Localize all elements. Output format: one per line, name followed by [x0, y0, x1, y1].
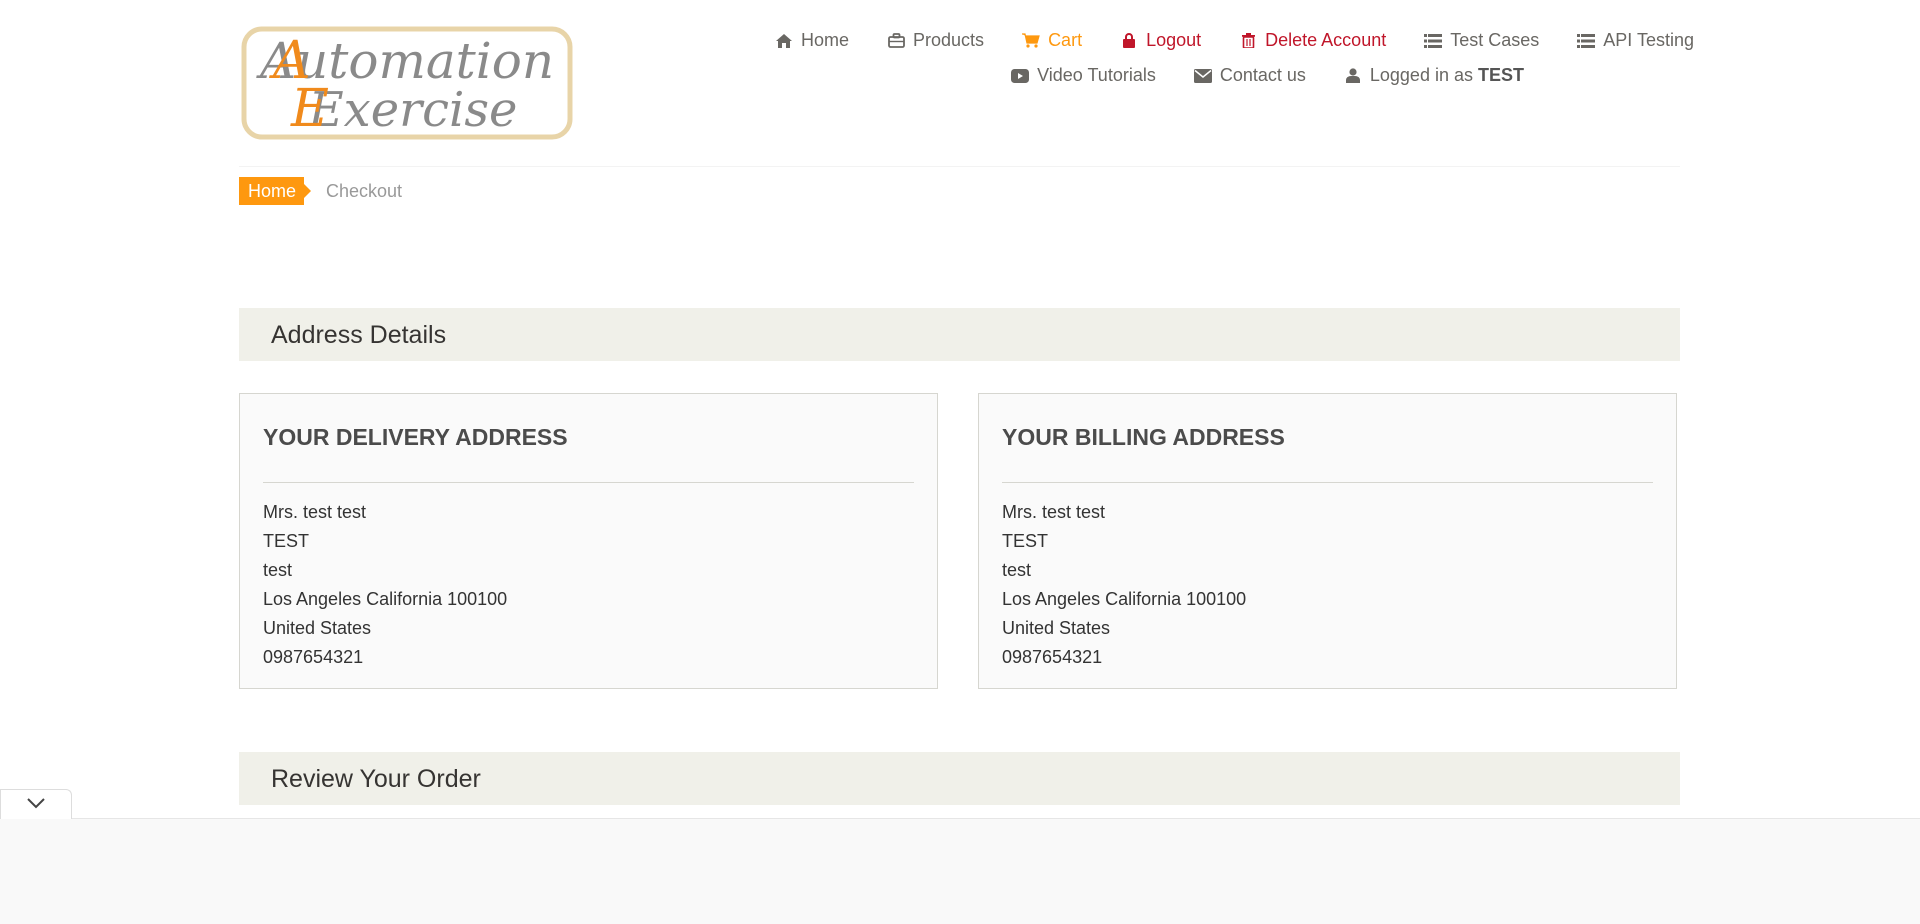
youtube-icon — [1011, 67, 1030, 85]
logged-in-username: TEST — [1477, 65, 1524, 85]
site-logo[interactable]: Automation Exercise A E — [241, 26, 573, 140]
review-order-heading: Review Your Order — [239, 752, 1680, 805]
nav-products[interactable]: Products — [887, 30, 984, 51]
delivery-name: Mrs. test test — [263, 502, 367, 522]
nav-api-testing-label: API Testing — [1603, 30, 1694, 50]
nav-home-label: Home — [801, 30, 850, 50]
nav-home[interactable]: Home — [775, 30, 849, 51]
svg-text:E: E — [290, 79, 329, 139]
home-icon — [775, 32, 793, 50]
nav-cart-label: Cart — [1048, 30, 1083, 50]
nav-row-primary: Home Products Cart Logout Delete Account — [694, 30, 1694, 51]
review-order-title: Review Your Order — [271, 765, 481, 793]
billing-company: TEST — [1002, 531, 1049, 551]
billing-address-heading: YOUR BILLING ADDRESS — [1002, 424, 1285, 450]
nav-contact-us[interactable]: Contact us — [1193, 65, 1306, 86]
address-details-heading: Address Details — [239, 308, 1680, 361]
header-divider — [239, 166, 1680, 167]
nav-delete-account-label: Delete Account — [1265, 30, 1387, 50]
nav-api-testing[interactable]: API Testing — [1577, 30, 1694, 51]
address-details-title: Address Details — [271, 321, 447, 349]
list-icon — [1577, 32, 1596, 50]
billing-phone: 0987654321 — [1002, 647, 1103, 667]
billing-divider — [1002, 482, 1653, 483]
nav-test-cases-label: Test Cases — [1450, 30, 1540, 50]
bottom-ad-panel — [0, 818, 1920, 924]
breadcrumb-current: Checkout — [326, 180, 403, 201]
nav-video-tutorials[interactable]: Video Tutorials — [1011, 65, 1156, 86]
trash-icon — [1239, 32, 1257, 50]
nav-logout[interactable]: Logout — [1120, 30, 1201, 51]
nav-row-secondary: Video Tutorials Contact us Logged in as … — [694, 65, 1694, 86]
chevron-down-icon — [26, 796, 46, 814]
collapse-ad-button[interactable] — [0, 789, 72, 819]
lock-icon — [1120, 32, 1138, 50]
delivery-city-state-zip: Los Angeles California 100100 — [263, 589, 508, 609]
delivery-country: United States — [263, 618, 372, 638]
user-icon — [1344, 67, 1362, 85]
nav-delete-account[interactable]: Delete Account — [1239, 30, 1386, 51]
delivery-company: TEST — [263, 531, 310, 551]
nav-logout-label: Logout — [1146, 30, 1202, 50]
billing-address-box: YOUR BILLING ADDRESS Mrs. test test TEST… — [978, 393, 1677, 689]
delivery-address-heading: YOUR DELIVERY ADDRESS — [263, 424, 568, 450]
nav-contact-us-label: Contact us — [1219, 65, 1306, 85]
nav-logged-in-as: Logged in as TEST — [1344, 65, 1524, 86]
breadcrumb: Home Checkout — [239, 177, 402, 205]
logo-line2: Exercise — [308, 82, 518, 138]
billing-country: United States — [1002, 618, 1111, 638]
nav-video-tutorials-label: Video Tutorials — [1037, 65, 1156, 85]
delivery-street: test — [263, 560, 293, 580]
delivery-address-box: YOUR DELIVERY ADDRESS Mrs. test test TES… — [239, 393, 938, 689]
nav-logged-in-label: Logged in as — [1369, 65, 1473, 85]
billing-name: Mrs. test test — [1002, 502, 1106, 522]
nav-products-label: Products — [913, 30, 985, 50]
billing-city-state-zip: Los Angeles California 100100 — [1002, 589, 1247, 609]
breadcrumb-home[interactable]: Home — [239, 177, 312, 205]
cart-icon — [1022, 32, 1040, 50]
billing-street: test — [1002, 560, 1032, 580]
main-nav: Home Products Cart Logout Delete Account — [694, 30, 1694, 86]
nav-cart[interactable]: Cart — [1022, 30, 1082, 51]
delivery-divider — [263, 482, 914, 483]
nav-test-cases[interactable]: Test Cases — [1424, 30, 1539, 51]
briefcase-icon — [887, 32, 905, 50]
envelope-icon — [1193, 67, 1212, 85]
list-icon — [1424, 32, 1443, 50]
delivery-phone: 0987654321 — [263, 647, 364, 667]
